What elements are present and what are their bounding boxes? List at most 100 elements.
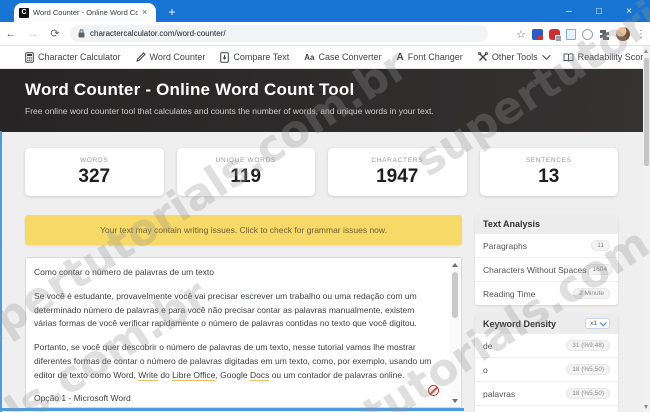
keyword-label: o [483, 364, 488, 375]
stat-label: CHARACTERS [371, 156, 424, 164]
row-value-badge: 2 Minute [573, 288, 610, 299]
spellcheck-word: Write [138, 369, 158, 381]
grammar-checker-icon[interactable] [428, 385, 439, 396]
forward-icon[interactable]: → [22, 28, 44, 40]
spellcheck-word: Docs [249, 369, 270, 381]
nav-label: Case Converter [318, 52, 382, 62]
keyword-value-badge: 31 (%9,48) [566, 340, 610, 351]
nav-word-counter[interactable]: Word Counter [135, 52, 206, 62]
nav-label: Other Tools [491, 52, 538, 62]
keyword-count-value: x1 [590, 320, 597, 327]
keyword-label: de [483, 340, 493, 351]
keyword-density-card: Keyword Density x1 de 31 (%9,48) o 18 (%… [475, 314, 618, 412]
book-icon [563, 52, 574, 62]
keyword-value-badge: 18 (%5,50) [566, 364, 610, 375]
calculator-icon [25, 51, 34, 63]
back-icon[interactable]: ← [0, 28, 22, 40]
nav-compare-text[interactable]: Compare Text [220, 51, 290, 63]
pencil-icon [135, 52, 146, 62]
spellcheck-word: Libre Office [172, 369, 216, 381]
browser-actions: ☆ ⋮ [516, 22, 646, 46]
stat-value: 13 [538, 165, 560, 187]
row-label: Paragraphs [483, 240, 527, 251]
maximize-icon[interactable]: □ [584, 0, 614, 22]
tab-close-icon[interactable]: × [142, 8, 147, 17]
extension-page-icon[interactable] [566, 28, 576, 40]
stat-card-unique-words: UNIQUE WORDS 119 [176, 148, 315, 196]
nav-label: Compare Text [233, 52, 290, 62]
close-icon[interactable]: × [614, 0, 644, 22]
sidebar: Text Analysis Paragraphs 11 Characters W… [475, 215, 618, 412]
nav-font-changer[interactable]: A Font Changer [397, 52, 463, 63]
stat-card-sentences: SENTENCES 13 [479, 148, 618, 196]
browser-menu-icon[interactable]: ⋮ [636, 29, 646, 40]
minimize-icon[interactable]: – [554, 0, 584, 22]
stat-label: SENTENCES [525, 156, 572, 164]
nav-case-converter[interactable]: Aa Case Converter [304, 52, 381, 62]
keyword-count-select[interactable]: x1 [585, 318, 610, 329]
nav-readability-scores[interactable]: Readability Scores [563, 52, 650, 62]
nav-character-calculator[interactable]: Character Calculator [25, 51, 121, 63]
page-scroll-thumb[interactable] [644, 58, 649, 166]
tab-title: Word Counter - Online Word Count Tool [33, 8, 138, 17]
url-input[interactable]: charactercalculator.com/word-counter/ [70, 25, 488, 42]
grammar-warning-banner[interactable]: Your text may contain writing issues. Cl… [25, 215, 462, 245]
analysis-row-chars-no-spaces: Characters Without Spaces 1604 [475, 257, 618, 281]
keyword-density-header: Keyword Density x1 [475, 314, 618, 333]
scroll-up-icon[interactable] [644, 49, 648, 53]
row-value-badge: 1604 [586, 264, 613, 275]
analysis-row-reading-time: Reading Time 2 Minute [475, 281, 618, 305]
editor-paragraph: Se você é estudante, provavelmente você … [34, 290, 417, 329]
stat-label: WORDS [80, 156, 109, 164]
row-label: Characters Without Spaces [483, 264, 587, 275]
browser-tab[interactable]: C Word Counter - Online Word Count Tool … [14, 3, 156, 22]
keyword-row: texto 14 (%4,28) [475, 405, 618, 412]
hero-header: Word Counter - Online Word Count Tool Fr… [0, 69, 650, 132]
nav-label: Word Counter [149, 52, 206, 62]
browser-window: C Word Counter - Online Word Count Tool … [0, 0, 650, 412]
keyword-row: de 31 (%9,48) [475, 333, 618, 357]
reload-icon[interactable]: ⟳ [44, 27, 66, 40]
stat-card-words: WORDS 327 [25, 148, 164, 196]
capture-frame-bottom [0, 408, 464, 411]
url-text: charactercalculator.com/word-counter/ [90, 29, 226, 38]
extension-red-icon[interactable] [549, 28, 562, 42]
text-analysis-card: Text Analysis Paragraphs 11 Characters W… [475, 215, 618, 305]
keyword-value-badge: 18 (%5,50) [566, 388, 610, 399]
stat-label: UNIQUE WORDS [215, 156, 276, 164]
page-scrollbar[interactable] [643, 46, 650, 412]
editor-scroll-thumb[interactable] [452, 272, 458, 318]
profile-avatar[interactable] [616, 27, 630, 41]
extension-blue-icon[interactable] [532, 28, 543, 40]
scroll-up-icon[interactable] [452, 263, 458, 267]
row-label: Reading Time [483, 288, 536, 299]
stats-row: WORDS 327 UNIQUE WORDS 119 CHARACTERS 19… [25, 148, 618, 196]
scroll-down-icon[interactable] [644, 405, 648, 409]
page-title: Word Counter - Online Word Count Tool [25, 80, 355, 99]
row-value-badge: 11 [591, 240, 610, 251]
bookmark-star-icon[interactable]: ☆ [516, 28, 526, 41]
tools-icon [477, 52, 488, 61]
editor-paragraph: Portanto, se você quer descobrir o númer… [34, 342, 432, 381]
extension-circle-icon[interactable] [582, 28, 593, 40]
keyword-row: palavras 18 (%5,50) [475, 381, 618, 405]
nav-label: Character Calculator [38, 52, 121, 62]
stat-value: 1947 [376, 165, 419, 187]
nav-other-tools[interactable]: Other Tools [477, 51, 551, 62]
browser-titlebar: C Word Counter - Online Word Count Tool … [0, 0, 650, 22]
page-subtitle: Free online word counter tool that calcu… [25, 106, 434, 116]
extensions-puzzle-icon[interactable] [599, 29, 610, 40]
chevron-down-icon [599, 319, 607, 327]
stat-card-characters: CHARACTERS 1947 [328, 148, 467, 196]
text-editor[interactable]: Como contar o número de palavras de um t… [25, 257, 462, 408]
window-controls: – □ × [554, 0, 644, 22]
stat-value: 327 [78, 165, 111, 187]
font-changer-icon: A [396, 51, 404, 63]
editor-paragraph: Como contar o número de palavras de um t… [34, 267, 215, 277]
site-favicon: C [19, 7, 29, 18]
editor-scrollbar[interactable] [450, 259, 460, 407]
new-tab-button[interactable]: + [164, 4, 180, 20]
scroll-down-icon[interactable] [452, 399, 458, 403]
analysis-row-paragraphs: Paragraphs 11 [475, 233, 618, 257]
capture-frame-left [0, 131, 2, 412]
